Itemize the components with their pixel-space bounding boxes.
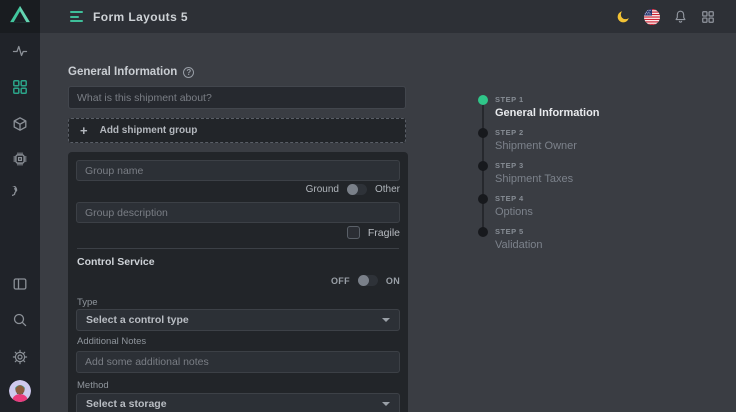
logo-triangle-icon xyxy=(9,5,31,28)
chip-icon xyxy=(12,151,28,167)
method-select[interactable]: Select a storage xyxy=(76,393,400,412)
step-dot xyxy=(478,95,488,105)
add-shipment-group-button[interactable]: + Add shipment group xyxy=(68,118,406,143)
gear-icon xyxy=(12,349,28,365)
search-icon xyxy=(12,312,28,328)
sidebar-item-messages[interactable] xyxy=(0,186,40,202)
top-header: Form Layouts 5 xyxy=(40,0,736,33)
wizard-stepper: STEP 1 General Information STEP 2 Shipme… xyxy=(478,95,600,260)
plus-icon: + xyxy=(80,124,88,137)
step-dot xyxy=(478,227,488,237)
group-name-input[interactable] xyxy=(76,160,400,181)
chevron-down-icon xyxy=(382,402,390,406)
toggle-left-label: Ground xyxy=(306,184,339,195)
logo[interactable] xyxy=(0,0,40,33)
page-title: Form Layouts 5 xyxy=(93,10,188,24)
step-dot xyxy=(478,161,488,171)
step-dot xyxy=(478,128,488,138)
apps-grid-icon[interactable] xyxy=(701,10,715,24)
fragile-label: Fragile xyxy=(368,227,400,239)
us-flag-icon[interactable] xyxy=(644,9,660,25)
stepper-step-3[interactable]: STEP 3 Shipment Taxes xyxy=(478,161,600,187)
main-content: General Information ? + Add shipment gro… xyxy=(40,33,736,412)
control-service-toggle[interactable] xyxy=(358,275,378,286)
fragile-checkbox[interactable] xyxy=(347,226,360,239)
chevron-down-icon xyxy=(382,318,390,322)
sidebar-item-components[interactable] xyxy=(0,116,40,132)
menu-toggle-icon[interactable] xyxy=(70,11,83,22)
control-service-label: Control Service xyxy=(77,256,155,268)
sidebar-item-layouts-active[interactable] xyxy=(0,79,40,95)
type-select[interactable]: Select a control type xyxy=(76,309,400,331)
sidebar-toggle-panel[interactable] xyxy=(0,276,40,292)
cube-icon xyxy=(12,116,28,132)
delivery-toggle[interactable] xyxy=(347,184,367,195)
sidebar xyxy=(0,0,40,412)
app-window: Form Layouts 5 xyxy=(0,0,736,412)
sidebar-settings[interactable] xyxy=(0,349,40,365)
delivery-toggle-row: Ground Other xyxy=(306,183,400,196)
notes-input[interactable] xyxy=(76,351,400,373)
control-service-toggle-row: OFF ON xyxy=(331,274,400,287)
section-divider xyxy=(77,248,399,249)
step-dot xyxy=(478,194,488,204)
activity-icon xyxy=(12,43,28,59)
shipment-about-input[interactable] xyxy=(68,86,406,109)
shipment-group-card: Ground Other Fragile Control Service OFF… xyxy=(68,152,408,412)
user-avatar[interactable] xyxy=(9,380,31,402)
stepper-step-1[interactable]: STEP 1 General Information xyxy=(478,95,600,121)
stepper-step-5[interactable]: STEP 5 Validation xyxy=(478,227,600,253)
notes-label: Additional Notes xyxy=(77,336,146,347)
moon-icon[interactable] xyxy=(616,9,631,24)
on-label: ON xyxy=(386,276,400,286)
section-title: General Information ? xyxy=(68,66,194,78)
fragile-row: Fragile xyxy=(347,226,400,239)
off-label: OFF xyxy=(331,276,350,286)
help-icon[interactable]: ? xyxy=(183,67,194,78)
sidebar-item-hardware[interactable] xyxy=(0,151,40,167)
grid-icon xyxy=(12,79,28,95)
bell-icon[interactable] xyxy=(673,9,688,24)
type-label: Type xyxy=(77,297,98,308)
group-description-input[interactable] xyxy=(76,202,400,223)
stepper-step-2[interactable]: STEP 2 Shipment Owner xyxy=(478,128,600,154)
sidebar-item-dashboard[interactable] xyxy=(0,43,40,59)
method-label: Method xyxy=(77,380,109,391)
panel-icon xyxy=(12,276,28,292)
toggle-right-label: Other xyxy=(375,184,400,195)
chat-icon xyxy=(12,186,28,202)
sidebar-search[interactable] xyxy=(0,312,40,328)
stepper-step-4[interactable]: STEP 4 Options xyxy=(478,194,600,220)
